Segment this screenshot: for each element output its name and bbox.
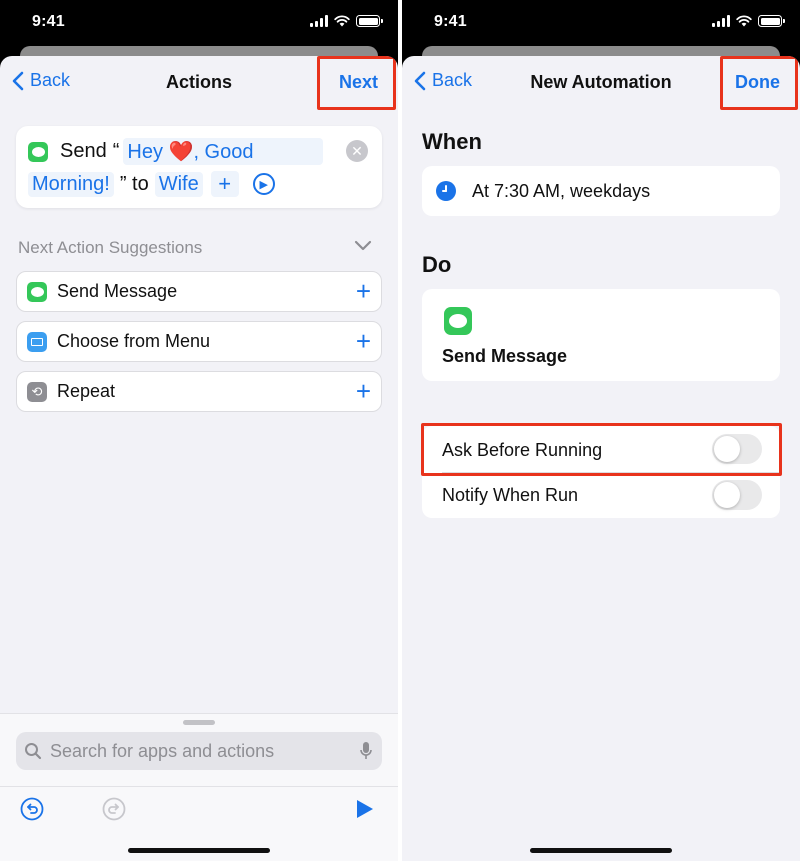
message-token[interactable]: Hey ❤️, Good — [123, 138, 324, 165]
status-time: 9:41 — [32, 13, 65, 30]
add-suggestion-button[interactable]: + — [356, 278, 371, 304]
add-suggestion-button[interactable]: + — [356, 328, 371, 354]
search-icon — [25, 743, 42, 760]
redo-icon[interactable] — [102, 797, 126, 821]
play-icon[interactable] — [356, 799, 374, 819]
trigger-text: At 7:30 AM, weekdays — [472, 180, 651, 201]
action-line-2: Morning! ” to Wife + ▶ — [28, 171, 275, 197]
do-action-card[interactable]: Send Message — [422, 289, 780, 381]
home-indicator — [128, 848, 270, 853]
do-action-label: Send Message — [442, 346, 568, 366]
chevron-down-icon[interactable] — [354, 240, 372, 252]
close-quote-to: ” to — [119, 172, 149, 195]
search-input[interactable] — [50, 740, 340, 762]
status-icons — [310, 15, 383, 27]
automation-sheet: Back New Automation Done When At 7:30 AM… — [402, 56, 800, 861]
messages-icon — [27, 281, 47, 302]
ask-before-running-label: Ask Before Running — [442, 440, 603, 460]
wifi-icon — [736, 15, 752, 27]
home-indicator — [530, 848, 672, 853]
when-title: When — [422, 129, 482, 154]
recipient-token[interactable]: Wife — [154, 171, 203, 197]
new-automation-screen: 9:41 Back New Automation Done When At 7:… — [402, 0, 800, 861]
actions-screen: 9:41 Back Actions Next Send “ Hey ❤️, Go… — [0, 0, 398, 861]
send-message-action-card[interactable]: Send “ Hey ❤️, Good ✕ Morning! ” to Wife… — [16, 126, 382, 208]
actions-sheet: Back Actions Next Send “ Hey ❤️, Good ✕ … — [0, 56, 398, 861]
notify-when-run-toggle[interactable] — [712, 480, 762, 510]
status-icons — [712, 15, 785, 27]
do-title: Do — [422, 252, 452, 277]
status-time: 9:41 — [434, 13, 467, 30]
expand-arrow-icon[interactable]: ▶ — [252, 173, 275, 195]
status-bar: 9:41 — [0, 0, 398, 46]
nav-bar: Back Actions Next — [0, 56, 398, 108]
notify-when-run-row[interactable]: Notify When Run — [422, 472, 780, 518]
suggestion-choose-from-menu[interactable]: Choose from Menu + — [16, 321, 382, 362]
undo-icon[interactable] — [20, 797, 44, 821]
cellular-signal-icon — [712, 15, 730, 27]
wifi-icon — [334, 15, 350, 27]
suggestion-label: Send Message — [57, 281, 178, 301]
editor-toolbar — [0, 786, 398, 826]
clock-icon — [436, 181, 456, 201]
action-line-1: Send “ Hey ❤️, Good — [28, 138, 324, 165]
nav-bar: Back New Automation Done — [402, 56, 800, 108]
open-quote: “ — [112, 140, 120, 162]
battery-icon — [758, 15, 785, 27]
menu-icon — [27, 331, 47, 352]
suggestion-label: Choose from Menu — [57, 331, 211, 351]
screenshot-pair: 9:41 Back Actions Next Send “ Hey ❤️, Go… — [0, 0, 800, 861]
clear-icon[interactable]: ✕ — [346, 140, 368, 162]
status-bar: 9:41 — [402, 0, 800, 46]
action-verb: Send — [60, 140, 107, 162]
message-token-line2[interactable]: Morning! — [28, 171, 114, 197]
sheet-grabber[interactable] — [183, 720, 215, 725]
cellular-signal-icon — [310, 15, 328, 27]
automation-settings: Ask Before Running Notify When Run — [422, 426, 780, 518]
suggestion-repeat[interactable]: ⟲ Repeat + — [16, 371, 382, 412]
search-bar[interactable] — [16, 732, 382, 770]
messages-icon — [444, 307, 472, 335]
message-text-part1: Hey — [127, 141, 163, 163]
heart-emoji: ❤️ — [168, 141, 194, 163]
microphone-icon[interactable] — [360, 741, 372, 761]
suggestion-label: Repeat — [57, 381, 116, 401]
suggestions-header: Next Action Suggestions — [18, 238, 203, 257]
add-suggestion-button[interactable]: + — [356, 378, 371, 404]
battery-icon — [356, 15, 383, 27]
add-parameter-button[interactable]: + — [210, 171, 239, 197]
when-trigger-row[interactable]: At 7:30 AM, weekdays — [422, 166, 780, 216]
notify-when-run-label: Notify When Run — [442, 485, 579, 505]
message-text-part2: , Good — [193, 141, 254, 163]
search-panel — [0, 713, 398, 861]
repeat-icon: ⟲ — [27, 381, 47, 402]
messages-icon — [28, 141, 48, 162]
ask-before-running-toggle[interactable] — [712, 434, 762, 464]
next-button[interactable]: Next — [339, 72, 378, 93]
ask-before-running-row[interactable]: Ask Before Running — [422, 426, 780, 472]
done-button[interactable]: Done — [735, 72, 780, 93]
suggestion-send-message[interactable]: Send Message + — [16, 271, 382, 312]
